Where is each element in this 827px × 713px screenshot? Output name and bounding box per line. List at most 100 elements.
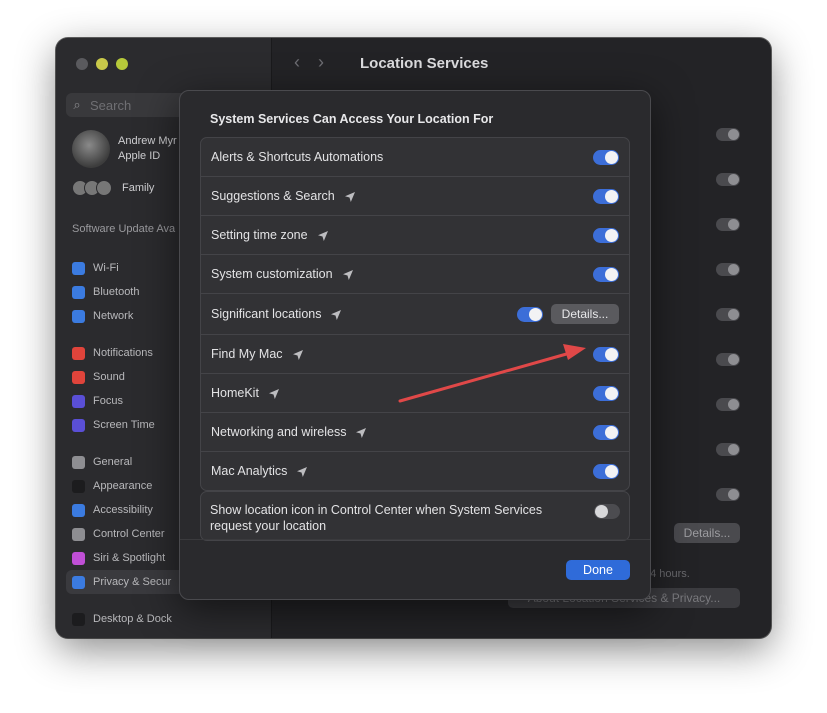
control-center-icon [72,527,85,541]
close-button[interactable] [76,58,88,70]
sidebar-item-label: General [93,456,133,468]
network-icon [72,309,85,323]
software-update-item[interactable]: Software Update Ava [72,223,175,235]
background-toggle[interactable] [716,263,740,276]
notifications-icon [72,346,85,360]
back-chevron-icon[interactable]: ‹ [294,52,318,72]
sidebar-item-label: Accessibility [93,504,153,516]
service-label: HomeKit [211,386,259,400]
sidebar-item-label: Network [93,310,134,322]
done-button[interactable]: Done [566,560,630,580]
background-toggle[interactable] [716,308,740,321]
background-toggle[interactable] [716,398,740,411]
sidebar-item-label: Control Center [93,528,165,540]
wifi-icon [72,261,85,275]
sidebar-item-label: Bluetooth [93,286,140,298]
location-arrow-icon [344,190,356,202]
location-arrow-icon [355,426,367,438]
minimize-button[interactable] [96,58,108,70]
service-row-alerts-shortcuts-automations: Alerts & Shortcuts Automations [201,138,629,177]
service-label: Mac Analytics [211,464,288,478]
sound-icon [72,370,85,384]
page-title: Location Services [360,55,489,72]
service-toggle[interactable] [593,346,619,362]
location-arrow-icon [317,229,329,241]
forward-chevron-icon[interactable]: › [318,52,342,72]
account-sub: Apple ID [118,150,161,162]
window-controls [76,58,128,70]
title-bar: ‹› Location Services [272,38,771,88]
service-toggle[interactable] [593,227,619,243]
service-toggle[interactable] [593,385,619,401]
service-label: Setting time zone [211,228,308,242]
details-button[interactable]: Details... [551,304,619,324]
service-toggle[interactable] [593,188,619,204]
service-row-suggestions-search: Suggestions & Search [201,177,629,216]
nav-arrows: ‹› [294,52,342,73]
background-toggles [716,128,740,533]
sidebar-item-label: Focus [93,395,123,407]
search-icon: ⌕ [73,97,81,112]
sidebar-item-label: Sound [93,371,125,383]
service-row-networking-and-wireless: Networking and wireless [201,413,629,452]
focus-icon [72,394,85,408]
location-arrow-icon [330,308,342,320]
location-arrow-icon [292,348,304,360]
service-toggle[interactable] [593,463,619,479]
accessibility-icon [72,503,85,517]
background-toggle[interactable] [716,488,740,501]
screen-time-icon [72,418,85,432]
service-row-mac-analytics: Mac Analytics [201,452,629,490]
family-label: Family [122,182,155,194]
service-toggle[interactable] [593,149,619,165]
background-toggle[interactable] [716,443,740,456]
family-avatars [72,180,112,196]
show-icon-label: Show location icon in Control Center whe… [210,503,543,533]
apple-id-account[interactable]: Andrew Myr Apple ID [72,130,177,168]
location-arrow-icon [268,387,280,399]
sidebar-item-label: Appearance [93,480,153,492]
siri-icon [72,551,85,565]
bluetooth-icon [72,285,85,299]
service-label: Significant locations [211,307,322,321]
service-label: Suggestions & Search [211,189,335,203]
sidebar-item-label: Desktop & Dock [93,613,172,625]
service-toggle[interactable] [517,306,543,322]
services-list: Alerts & Shortcuts Automations Suggestion… [200,137,630,491]
service-label: Alerts & Shortcuts Automations [211,150,384,164]
background-toggle[interactable] [716,128,740,141]
sidebar-item-label: Wi-Fi [93,262,119,274]
service-label: Find My Mac [211,347,283,361]
general-icon [72,455,85,469]
sidebar-item-label: Siri & Spotlight [93,552,166,564]
sidebar-item-label: Notifications [93,347,153,359]
avatar [72,130,110,168]
background-toggle[interactable] [716,353,740,366]
appearance-icon [72,479,85,493]
family-item[interactable]: Family [72,180,154,196]
sidebar-item-label: Screen Time [93,419,155,431]
service-row-significant-locations: Significant locations Details... [201,294,629,335]
service-label: Networking and wireless [211,425,347,439]
service-label: System customization [211,267,333,281]
system-services-sheet: System Services Can Access Your Location… [179,90,651,600]
background-details-button[interactable]: Details... [674,523,740,543]
location-arrow-icon [342,268,354,280]
service-toggle[interactable] [593,424,619,440]
sidebar-item-desktop-dock[interactable]: Desktop & Dock [66,607,266,631]
sidebar-item-label: Privacy & Secur [93,576,172,588]
service-row-system-customization: System customization [201,255,629,294]
sheet-footer: Done [180,539,650,600]
background-toggle[interactable] [716,173,740,186]
zoom-button[interactable] [116,58,128,70]
location-arrow-icon [296,465,308,477]
desktop-dock-icon [72,612,85,626]
background-toggle[interactable] [716,218,740,231]
service-row-find-my-mac: Find My Mac [201,335,629,374]
service-row-homekit: HomeKit [201,374,629,413]
service-row-setting-time-zone: Setting time zone [201,216,629,255]
account-name: Andrew Myr [118,135,177,147]
service-toggle[interactable] [593,266,619,282]
show-icon-toggle[interactable] [594,504,620,519]
privacy-icon [72,575,85,589]
